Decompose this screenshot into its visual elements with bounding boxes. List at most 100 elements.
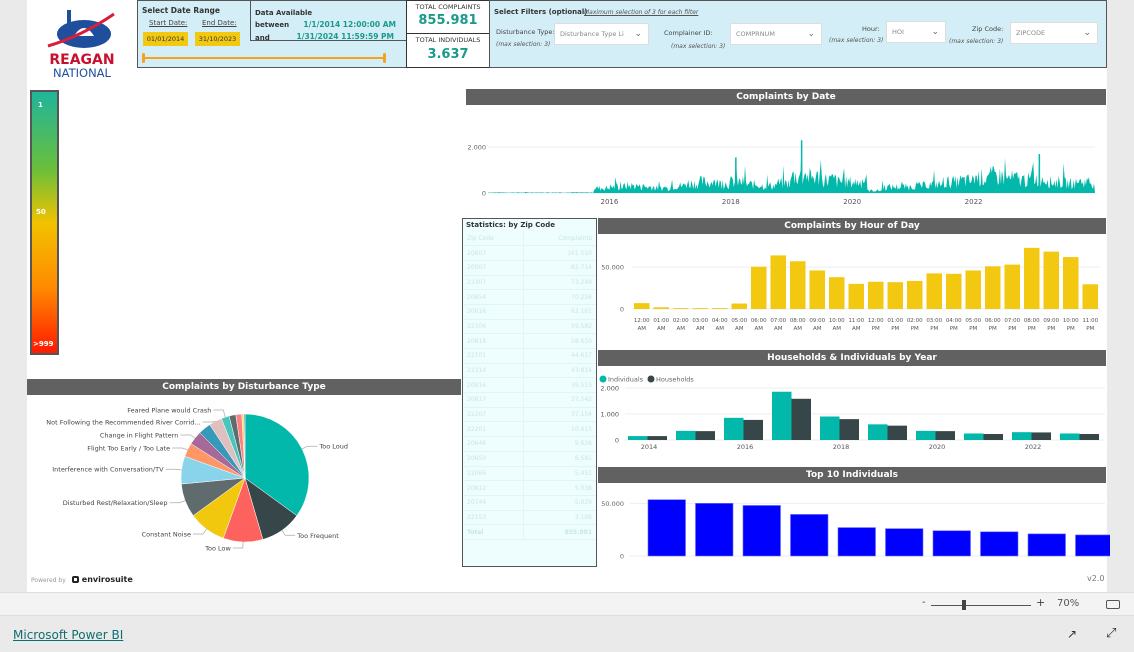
date-slider-end-handle[interactable] [383, 53, 386, 63]
date-slider-track[interactable] [143, 57, 385, 59]
envirosuite-logo: envirosuite [72, 575, 133, 584]
table-row[interactable]: 20650 6.581 [463, 451, 596, 467]
max-selection-note: (max selection: 3) [496, 41, 551, 48]
year-bar-households [1031, 432, 1051, 440]
leader-line [165, 468, 182, 471]
table-row[interactable]: 20607 161.510 [463, 245, 596, 261]
zip-cell: 20812 [463, 480, 524, 496]
x-tick-label: AM [696, 326, 705, 332]
legend-label: Individuals [608, 376, 644, 384]
table-row[interactable]: 22066 5.451 [463, 466, 596, 482]
zoom-slider[interactable] [931, 605, 1031, 606]
total-individuals-card: TOTAL INDIVIDUALS 3.637 [406, 33, 490, 68]
y-tick-label: 50.000 [601, 264, 624, 272]
legend-marker [647, 375, 655, 383]
x-tick-label: 09:00 [1043, 318, 1059, 324]
x-tick-label: 11:00 [1082, 318, 1098, 324]
power-bi-link[interactable]: Microsoft Power BI [13, 628, 123, 642]
zip-cell: 20817 [463, 392, 524, 408]
and-label: and [255, 34, 270, 42]
year-bar-households [1079, 434, 1099, 440]
hour-dropdown[interactable]: HOI ⌄ [886, 21, 946, 43]
y-tick-label: 1.000 [600, 410, 619, 418]
table-row[interactable]: 20812 5.038 [463, 480, 596, 496]
households-individuals-title: Households & Individuals by Year [598, 350, 1106, 366]
table-row[interactable]: 20818 58.650 [463, 333, 596, 349]
table-row[interactable]: 22201 10.415 [463, 421, 596, 438]
table-row[interactable]: 20016 62.161 [463, 304, 596, 320]
dropdown-value: COMPRNUM [736, 30, 775, 38]
logo-line2: NATIONAL [53, 66, 111, 80]
x-tick-label: PM [1067, 326, 1075, 332]
complainer-id-dropdown[interactable]: COMPRNUM ⌄ [730, 23, 822, 45]
chevron-down-icon: ⌄ [931, 27, 939, 37]
zip-cell: 22314 [463, 363, 524, 379]
y-tick-label: 0 [620, 553, 624, 561]
col-header-zip[interactable]: Zip Code [463, 231, 524, 247]
complaints-cell: 9.626 [523, 436, 596, 452]
start-date-input[interactable]: 01/01/2014 [143, 32, 188, 46]
x-tick-label: PM [911, 326, 919, 332]
year-bar-households [887, 425, 907, 440]
table-row[interactable]: 20854 70.226 [463, 289, 596, 305]
table-row[interactable]: 20744 5.029 [463, 495, 596, 511]
zip-cell: 20744 [463, 495, 524, 511]
scale-top-label: 1 [38, 101, 43, 109]
zip-stats-title: Statistics: by Zip Code [466, 221, 555, 229]
fit-to-page-icon[interactable] [1106, 600, 1120, 609]
data-available-box: Data Available between and 1/1/2014 12:0… [250, 1, 406, 42]
individual-bar [837, 527, 876, 557]
table-row[interactable]: 20007 82.714 [463, 260, 596, 276]
zip-cell: 20646 [463, 436, 524, 452]
col-header-complaints[interactable]: Complaints [523, 231, 596, 247]
table-row[interactable]: 20816 39.513 [463, 377, 596, 394]
table-row[interactable]: 20646 9.626 [463, 436, 596, 452]
table-row[interactable]: 22306 59.582 [463, 319, 596, 335]
fullscreen-icon[interactable]: ⤢ [1106, 626, 1116, 641]
available-from: 1/1/2014 12:00:00 AM [303, 20, 396, 29]
total-individuals-label: TOTAL INDIVIDUALS [415, 36, 481, 44]
year-bar-individuals [964, 433, 984, 440]
between-label: between [255, 21, 290, 29]
x-tick-label: 02:00 [673, 318, 689, 324]
leader-line [281, 530, 296, 536]
zip-code-dropdown[interactable]: ZIPCODE ⌄ [1010, 22, 1098, 44]
total-label: Total [463, 524, 524, 540]
zip-cell: 20650 [463, 451, 524, 467]
slice-label: Disturbed Rest/Relaxation/Sleep [63, 499, 168, 507]
complaints-cell: 73.249 [523, 275, 596, 291]
zip-cell: 22307 [463, 275, 524, 291]
logo-emblem [47, 10, 115, 48]
hour-bar [770, 255, 786, 309]
table-row[interactable]: 22101 44.617 [463, 348, 596, 364]
zoom-slider-handle[interactable] [962, 600, 966, 610]
table-row[interactable]: 20817 37.542 [463, 392, 596, 408]
x-tick-label: 08:00 [790, 318, 806, 324]
table-row[interactable]: 22153 3.106 [463, 510, 596, 526]
table-row[interactable]: 22307 73.249 [463, 275, 596, 291]
disturbance-type-dropdown[interactable]: Disturbance Type Li ⌄ [554, 23, 649, 45]
complaints-area [488, 140, 1095, 193]
share-icon[interactable]: ↗ [1067, 627, 1077, 641]
table-row[interactable]: 22207 37.154 [463, 407, 596, 423]
hour-bar [868, 281, 884, 309]
zip-cell: 20607 [463, 245, 524, 261]
end-date-input[interactable]: 31/10/2023 [195, 32, 240, 46]
table-row[interactable]: 22314 43.814 [463, 363, 596, 379]
x-tick-label: AM [813, 326, 822, 332]
legend-label: Households [656, 376, 694, 384]
zoom-in-button[interactable]: + [1036, 596, 1045, 609]
x-tick-label: PM [950, 326, 958, 332]
x-tick-label: 07:00 [770, 318, 786, 324]
hour-bar [790, 261, 806, 309]
x-tick-label: 04:00 [946, 318, 962, 324]
hour-label: Hour: [862, 25, 880, 33]
date-slider-start-handle[interactable] [142, 53, 145, 63]
individual-bar [695, 503, 734, 557]
y-tick-label: 0 [620, 306, 624, 314]
zoom-out-button[interactable]: - [922, 597, 926, 608]
year-bar-households [695, 431, 715, 440]
leader-line [213, 409, 226, 418]
filters-title: Select Filters (optional) [494, 8, 588, 16]
x-tick-label: AM [793, 326, 802, 332]
